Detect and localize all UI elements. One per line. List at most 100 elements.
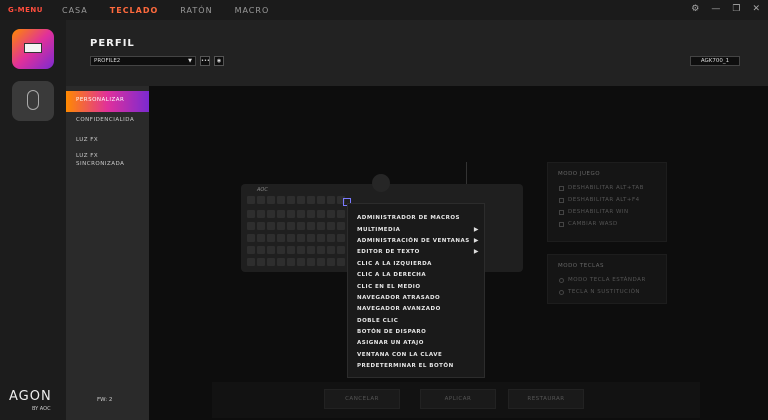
key[interactable] (267, 196, 275, 204)
option-disable-alt-tab[interactable]: DESHABILITAR ALT+TAB (559, 185, 644, 191)
menu-item-text-editor[interactable]: EDITOR DE TEXTO ▶ (357, 248, 479, 256)
key[interactable] (317, 234, 325, 242)
model-selector[interactable]: AGK700_1 (690, 56, 740, 66)
key[interactable] (287, 246, 295, 254)
key[interactable] (297, 246, 305, 254)
key[interactable] (267, 246, 275, 254)
nav-teclado[interactable]: TECLADO (110, 6, 159, 15)
close-icon[interactable]: ✕ (752, 4, 760, 14)
apply-button[interactable]: APLICAR (420, 389, 496, 409)
key[interactable] (287, 210, 295, 218)
key[interactable] (327, 210, 335, 218)
key[interactable] (317, 196, 325, 204)
menu-item-macro-manager[interactable]: ADMINISTRADOR DE MACROS (357, 214, 479, 222)
nav-raton[interactable]: RATÓN (180, 6, 212, 15)
key[interactable] (247, 234, 255, 242)
menu-item-double-click[interactable]: DOBLE CLIC (357, 317, 479, 325)
option-standard-key-mode[interactable]: MODO TECLA ESTÁNDAR (559, 277, 646, 283)
key[interactable] (277, 234, 285, 242)
key[interactable] (287, 196, 295, 204)
checkbox[interactable] (559, 221, 564, 227)
key[interactable] (267, 234, 275, 242)
key[interactable] (247, 246, 255, 254)
restore-button[interactable]: RESTAURAR (508, 389, 584, 409)
menu-item-browser-forward[interactable]: NAVEGADOR AVANZADO (357, 305, 479, 313)
menu-item-window-management[interactable]: ADMINISTRACIÓN DE VENTANAS ▶ (357, 237, 479, 245)
key[interactable] (297, 210, 305, 218)
key[interactable] (337, 246, 345, 254)
sidebar-item-luz-fx[interactable]: LUZ FX (76, 136, 98, 144)
key[interactable] (297, 258, 305, 266)
key[interactable] (307, 234, 315, 242)
menu-item-left-click[interactable]: CLIC A LA IZQUIERDA (357, 260, 479, 268)
menu-item-middle-click[interactable]: CLIC EN EL MEDIO (357, 283, 479, 291)
key[interactable] (257, 196, 265, 204)
key[interactable] (337, 210, 345, 218)
profile-action-icon[interactable]: ◉ (214, 56, 224, 66)
menu-item-window-key[interactable]: VENTANA CON LA CLAVE (357, 351, 479, 359)
key[interactable] (257, 210, 265, 218)
key[interactable] (287, 258, 295, 266)
key[interactable] (317, 210, 325, 218)
option-change-wasd[interactable]: CAMBIAR WASD (559, 221, 618, 227)
restore-icon[interactable]: ❐ (732, 4, 740, 14)
key[interactable] (327, 222, 335, 230)
key[interactable] (257, 222, 265, 230)
cancel-button[interactable]: CANCELAR (324, 389, 400, 409)
key[interactable] (257, 234, 265, 242)
checkbox[interactable] (559, 185, 564, 191)
key[interactable] (247, 196, 255, 204)
settings-icon[interactable]: ⚙ (691, 4, 699, 14)
key[interactable] (257, 258, 265, 266)
key[interactable] (337, 222, 345, 230)
key[interactable] (337, 258, 345, 266)
option-disable-alt-f4[interactable]: DESHABILITAR ALT+F4 (559, 197, 640, 203)
menu-item-multimedia[interactable]: MULTIMEDIA ▶ (357, 226, 479, 234)
checkbox[interactable] (559, 209, 564, 215)
checkbox[interactable] (559, 197, 564, 203)
key[interactable] (327, 196, 335, 204)
menu-item-right-click[interactable]: CLIC A LA DERECHA (357, 271, 479, 279)
device-keyboard-button[interactable] (12, 29, 54, 69)
nav-macro[interactable]: MACRO (235, 6, 270, 15)
key[interactable] (307, 210, 315, 218)
key[interactable] (307, 196, 315, 204)
key[interactable] (267, 222, 275, 230)
key[interactable] (277, 222, 285, 230)
key[interactable] (247, 210, 255, 218)
key[interactable] (307, 222, 315, 230)
key[interactable] (277, 258, 285, 266)
key[interactable] (257, 246, 265, 254)
key[interactable] (327, 246, 335, 254)
sidebar-item-confidencialidad[interactable]: CONFIDENCIALIDA (76, 116, 134, 124)
key[interactable] (307, 246, 315, 254)
option-disable-win[interactable]: DESHABILITAR WIN (559, 209, 629, 215)
nav-casa[interactable]: CASA (62, 6, 88, 15)
key[interactable] (327, 234, 335, 242)
key[interactable] (297, 196, 305, 204)
key[interactable] (247, 258, 255, 266)
menu-item-browser-back[interactable]: NAVEGADOR ATRASADO (357, 294, 479, 302)
radio[interactable] (559, 289, 564, 295)
key[interactable] (267, 210, 275, 218)
minimize-icon[interactable]: — (711, 4, 720, 14)
key[interactable] (317, 246, 325, 254)
menu-item-default-button[interactable]: PREDETERMINAR EL BOTÓN (357, 362, 479, 370)
menu-item-assign-shortcut[interactable]: ASIGNAR UN ATAJO (357, 339, 479, 347)
key[interactable] (277, 210, 285, 218)
profile-select[interactable]: PROFILE2 ▼ (90, 56, 196, 66)
key[interactable] (297, 234, 305, 242)
more-options-button[interactable]: ••• (200, 56, 210, 66)
menu-item-fire-button[interactable]: BOTÓN DE DISPARO (357, 328, 479, 336)
sidebar-item-personalizar[interactable]: PERSONALIZAR (66, 91, 149, 112)
key[interactable] (277, 196, 285, 204)
key[interactable] (317, 258, 325, 266)
key[interactable] (277, 246, 285, 254)
key[interactable] (307, 258, 315, 266)
option-key-substitution[interactable]: TECLA N SUSTITUCIÓN (559, 289, 640, 295)
key[interactable] (247, 222, 255, 230)
key[interactable] (327, 258, 335, 266)
key[interactable] (297, 222, 305, 230)
radio[interactable] (559, 277, 564, 283)
key[interactable] (287, 222, 295, 230)
